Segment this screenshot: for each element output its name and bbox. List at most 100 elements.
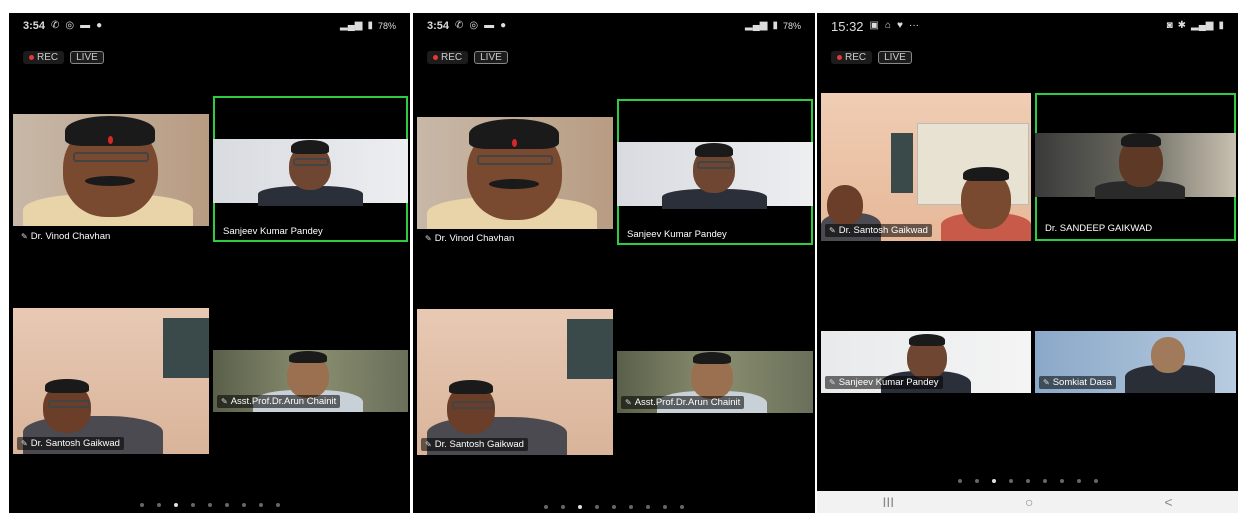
battery-level: 78% bbox=[377, 21, 396, 31]
rec-badge: REC bbox=[23, 51, 65, 64]
participant-name: ✎ Sanjeev Kumar Pandey bbox=[825, 376, 943, 389]
video-tile[interactable] bbox=[13, 114, 209, 226]
page-dot bbox=[1059, 479, 1064, 483]
page-indicator bbox=[817, 479, 1238, 483]
recording-bar: REC LIVE bbox=[831, 51, 912, 64]
participant-name: ✎ Dr. Santosh Gaikwad bbox=[825, 224, 932, 237]
status-bar: 3:54 ✆ ◎ ▬ ● ▂▄▆ ▮ 78% bbox=[427, 17, 801, 35]
whatsapp-icon: ✆ bbox=[455, 20, 464, 31]
page-dot bbox=[173, 503, 178, 507]
mic-muted-icon: ✎ bbox=[221, 397, 228, 406]
page-indicator bbox=[9, 503, 410, 507]
video-tile[interactable]: ✎ Dr. Santosh Gaikwad bbox=[821, 93, 1031, 241]
page-dot bbox=[663, 505, 667, 509]
status-time: 15:32 bbox=[831, 18, 864, 34]
page-dot bbox=[139, 503, 144, 507]
instagram-icon: ◎ bbox=[469, 20, 479, 31]
call-icon: ● bbox=[500, 20, 507, 31]
gallery-icon: ▣ bbox=[869, 20, 879, 31]
participant-name: ✎ Asst.Prof.Dr.Arun Chainit bbox=[217, 395, 341, 408]
participant-name: Dr. SANDEEP GAIKWAD bbox=[1045, 223, 1153, 234]
mic-muted-icon: ✎ bbox=[21, 232, 28, 241]
participant-name: ✎ Dr. Santosh Gaikwad bbox=[17, 437, 124, 450]
video-tile[interactable]: ✎ Asst.Prof.Dr.Arun Chainit bbox=[617, 351, 813, 413]
participant-name: ✎ Asst.Prof.Dr.Arun Chainit bbox=[621, 396, 745, 409]
live-badge: LIVE bbox=[474, 51, 508, 64]
status-time: 3:54 bbox=[427, 20, 450, 32]
video-tile-active[interactable]: Sanjeev Kumar Pandey bbox=[617, 99, 813, 245]
signal-icon: ▂▄▆ bbox=[745, 20, 768, 31]
mic-muted-icon: ✎ bbox=[625, 398, 632, 407]
back-button[interactable]: < bbox=[1164, 494, 1172, 510]
whatsapp-icon: ✆ bbox=[51, 20, 60, 31]
page-dot bbox=[680, 505, 684, 509]
page-dot bbox=[646, 505, 650, 509]
rec-dot-icon bbox=[837, 55, 842, 60]
page-dot bbox=[1025, 479, 1030, 483]
page-dot bbox=[629, 505, 633, 509]
page-dot bbox=[207, 503, 212, 507]
rec-dot-icon bbox=[29, 55, 34, 60]
home-button[interactable]: ○ bbox=[1025, 494, 1033, 510]
video-tile[interactable]: ✎ Asst.Prof.Dr.Arun Chainit bbox=[213, 350, 408, 412]
page-dot bbox=[1042, 479, 1047, 483]
battery-icon: ▮ bbox=[1218, 20, 1224, 31]
battery-icon: ▮ bbox=[772, 20, 778, 31]
page-dot bbox=[1008, 479, 1013, 483]
more-icon: ··· bbox=[908, 20, 919, 31]
video-tile[interactable]: ✎ Somkiat Dasa bbox=[1035, 331, 1236, 393]
page-dot bbox=[258, 503, 263, 507]
mic-muted-icon: ✎ bbox=[425, 440, 432, 449]
video-icon: ▬ bbox=[484, 20, 495, 31]
mic-muted-icon: ✎ bbox=[21, 439, 28, 448]
participant-name: ✎ Somkiat Dasa bbox=[1039, 376, 1116, 389]
video-tile-active[interactable]: Sanjeev Kumar Pandey bbox=[213, 96, 408, 242]
video-tile[interactable]: ✎ Sanjeev Kumar Pandey bbox=[821, 331, 1031, 393]
page-dot bbox=[190, 503, 195, 507]
video-tile[interactable] bbox=[417, 117, 613, 229]
status-bar: 3:54 ✆ ◎ ▬ ● ▂▄▆ ▮ 78% bbox=[23, 17, 396, 35]
page-dot bbox=[957, 479, 962, 483]
signal-icon: ▂▄▆ bbox=[340, 20, 363, 31]
page-dot bbox=[991, 479, 996, 483]
mic-muted-icon: ✎ bbox=[1043, 378, 1050, 387]
signal-icon: ▂▄▆ bbox=[1191, 20, 1214, 31]
page-dot bbox=[1093, 479, 1098, 483]
page-dot bbox=[241, 503, 246, 507]
recording-bar: REC LIVE bbox=[427, 51, 508, 64]
participant-name: ✎ Dr. Vinod Chavhan bbox=[21, 231, 111, 242]
page-dot bbox=[275, 503, 280, 507]
page-dot bbox=[224, 503, 229, 507]
mute-icon: ◙ bbox=[1166, 20, 1173, 31]
phone-screen-1: 3:54 ✆ ◎ ▬ ● ▂▄▆ ▮ 78% REC LIVE ✎ Dr. Vi… bbox=[9, 13, 410, 513]
battery-level: 78% bbox=[782, 21, 801, 31]
video-icon: ▬ bbox=[80, 20, 91, 31]
battery-icon: ▮ bbox=[367, 20, 373, 31]
participant-name: ✎ Dr. Vinod Chavhan bbox=[425, 233, 515, 244]
video-tile[interactable]: ✎ Dr. Santosh Gaikwad bbox=[417, 309, 613, 455]
participant-name: Sanjeev Kumar Pandey bbox=[223, 226, 323, 237]
mic-muted-icon: ✎ bbox=[829, 378, 836, 387]
android-nav-bar: III ○ < bbox=[817, 491, 1238, 513]
page-dot bbox=[544, 505, 548, 509]
rec-badge: REC bbox=[831, 51, 873, 64]
mic-muted-icon: ✎ bbox=[425, 234, 432, 243]
mic-muted-icon: ✎ bbox=[829, 226, 836, 235]
instagram-icon: ◎ bbox=[65, 20, 75, 31]
page-dot bbox=[1076, 479, 1081, 483]
recording-bar: REC LIVE bbox=[23, 51, 104, 64]
status-bar: 15:32 ▣ ⌂ ♥ ··· ◙ ✱ ▂▄▆ ▮ bbox=[831, 17, 1224, 35]
video-tile[interactable]: ✎ Dr. Santosh Gaikwad bbox=[13, 308, 209, 454]
status-time: 3:54 bbox=[23, 20, 46, 32]
rec-badge: REC bbox=[427, 51, 469, 64]
phone-screen-3: 15:32 ▣ ⌂ ♥ ··· ◙ ✱ ▂▄▆ ▮ REC LIVE ✎ Dr.… bbox=[817, 13, 1238, 513]
recents-button[interactable]: III bbox=[882, 494, 894, 510]
page-dot bbox=[595, 505, 599, 509]
page-dot bbox=[561, 505, 565, 509]
heart-icon: ♥ bbox=[897, 20, 903, 31]
video-tile-active[interactable]: Dr. SANDEEP GAIKWAD bbox=[1035, 93, 1236, 241]
call-icon: ● bbox=[96, 20, 103, 31]
page-dot bbox=[612, 505, 616, 509]
participant-name: Sanjeev Kumar Pandey bbox=[627, 229, 727, 240]
live-badge: LIVE bbox=[878, 51, 912, 64]
